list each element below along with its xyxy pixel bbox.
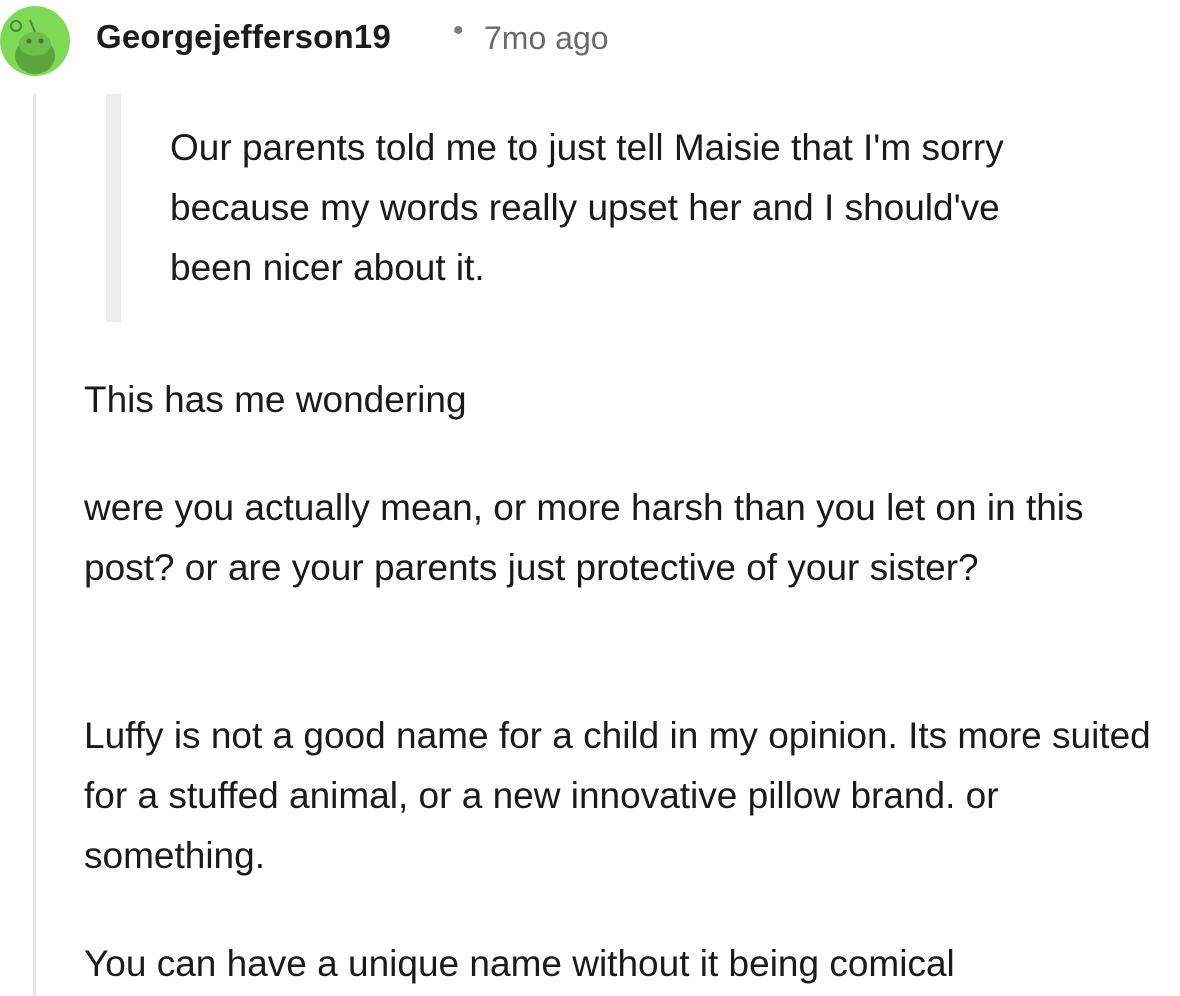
blockquote-bar — [106, 94, 121, 322]
comment-paragraph: Luffy is not a good name for a child in … — [84, 715, 1151, 876]
comment-paragraph: This has me wondering — [84, 379, 467, 420]
comment-paragraph: were you actually mean, or more harsh th… — [84, 487, 1084, 588]
comment-timestamp[interactable]: 7mo ago — [484, 20, 609, 57]
snoo-avatar-icon — [0, 6, 70, 76]
thread-line[interactable] — [33, 94, 36, 996]
blockquote-text: Our parents told me to just tell Maisie … — [170, 127, 1004, 288]
user-avatar[interactable] — [0, 6, 70, 76]
comment-paragraph: You can have a unique name without it be… — [84, 943, 955, 984]
comment-author[interactable]: Georgejefferson19 — [96, 18, 391, 56]
separator-dot: • — [453, 14, 464, 47]
